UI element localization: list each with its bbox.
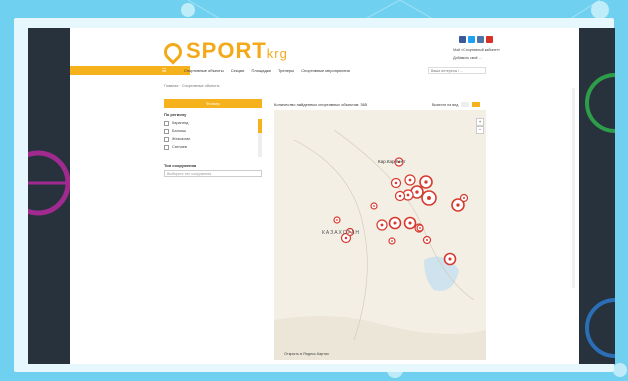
list-view-button[interactable]	[461, 102, 470, 107]
country-label: КАЗАХСТАН	[322, 230, 360, 236]
zoom-in-button[interactable]: +	[476, 118, 484, 126]
ball-icon	[28, 150, 70, 216]
type-title: Тип сооружения	[164, 163, 197, 168]
left-dark-panel	[28, 28, 70, 364]
cluster-marker-dot	[424, 180, 428, 184]
ball-icon	[585, 73, 615, 358]
cluster-marker-dot	[463, 197, 465, 199]
social-links	[459, 36, 493, 43]
cluster-marker-dot	[344, 236, 348, 240]
region-title: По региону	[164, 112, 187, 117]
right-dark-panel	[579, 28, 615, 364]
main-nav: ☰ Спортивные объекты Секции Площадки Тре…	[70, 66, 579, 75]
cluster-marker-dot	[380, 223, 384, 227]
cluster-marker-dot	[448, 257, 452, 261]
site-logo[interactable]: SPORTkrg	[160, 38, 288, 65]
cluster-marker-dot	[427, 196, 431, 200]
cluster-marker-dot	[406, 193, 410, 197]
open-in-yandex-link[interactable]: Открыть в Яндекс.Картах	[284, 352, 329, 356]
cluster-marker-dot	[408, 178, 412, 182]
cluster-marker-dot	[373, 205, 375, 207]
twitter-icon[interactable]	[468, 36, 475, 43]
zoom-out-button[interactable]: −	[476, 126, 484, 134]
checkbox[interactable]	[164, 128, 169, 134]
page-scrollbar[interactable]	[572, 88, 575, 288]
checkbox[interactable]	[164, 144, 169, 150]
search-input[interactable]: Ваши интересы / ...	[428, 67, 486, 74]
nav-item-trainers[interactable]: Тренеры	[278, 68, 294, 73]
vk-icon[interactable]	[477, 36, 484, 43]
facebook-icon[interactable]	[459, 36, 466, 43]
nav-item-events[interactable]: Спортивные мероприятия	[301, 68, 349, 73]
map-canvas[interactable]: Кар.Кар.Кент КАЗАХСТАН Открыть в Яндекс.…	[274, 110, 486, 360]
cluster-marker-dot	[408, 221, 412, 225]
cabinet-link[interactable]: Мой «Спортивный кабинет»	[453, 46, 500, 54]
filter-sidebar: Фильтр По региону Карагинд Балхаш Жезказ…	[164, 99, 262, 177]
checkbox[interactable]	[164, 120, 169, 126]
cluster-marker-dot	[456, 203, 460, 207]
type-select[interactable]: Выберите тип сооружения	[164, 170, 262, 177]
checkbox[interactable]	[164, 136, 169, 142]
breadcrumb: Главная · Спортивные объекты	[164, 84, 220, 88]
filter-button[interactable]: Фильтр	[164, 99, 262, 108]
cluster-marker-dot	[394, 181, 398, 185]
cluster-marker-dot	[415, 190, 419, 194]
cluster-marker-dot	[393, 221, 397, 225]
cluster-marker-dot	[391, 240, 393, 242]
nav-item-sections[interactable]: Секции	[231, 68, 245, 73]
region-item[interactable]: Балхаш	[164, 127, 262, 135]
region-scrollbar[interactable]	[258, 119, 262, 157]
nav-item-sport-objects[interactable]: Спортивные объекты	[184, 68, 224, 73]
nav-accent-bar	[70, 66, 190, 75]
mail-icon[interactable]	[486, 36, 493, 43]
add-link[interactable]: Добавить своё ...	[453, 54, 500, 62]
top-links: Мой «Спортивный кабинет» Добавить своё .…	[453, 46, 500, 62]
website-page: SPORTkrg Мой «Спортивный кабинет» Добави…	[70, 28, 579, 364]
cluster-marker-dot	[398, 194, 402, 198]
cluster-marker-dot	[336, 219, 338, 221]
region-list: Карагинд Балхаш Жезказган Сатпаев	[164, 119, 262, 159]
city-label: Кар.Кар.Кент	[378, 159, 405, 164]
results-count: Количество найденных спортивных объектов…	[274, 102, 368, 107]
menu-icon[interactable]: ☰	[162, 68, 166, 74]
region-item[interactable]: Карагинд	[164, 119, 262, 127]
pin-icon	[160, 39, 186, 65]
region-item[interactable]: Жезказган	[164, 135, 262, 143]
nav-items: Спортивные объекты Секции Площадки Трене…	[184, 68, 356, 73]
cluster-marker-dot	[426, 239, 428, 241]
map-view-button[interactable]	[472, 102, 481, 107]
cluster-marker-dot	[419, 227, 421, 229]
view-toggle: Вывести на вид	[432, 102, 481, 107]
objects-map[interactable]: Кар.Кар.Кент КАЗАХСТАН Открыть в Яндекс.…	[274, 110, 486, 360]
nav-item-grounds[interactable]: Площадки	[252, 68, 271, 73]
region-item[interactable]: Сатпаев	[164, 143, 262, 151]
